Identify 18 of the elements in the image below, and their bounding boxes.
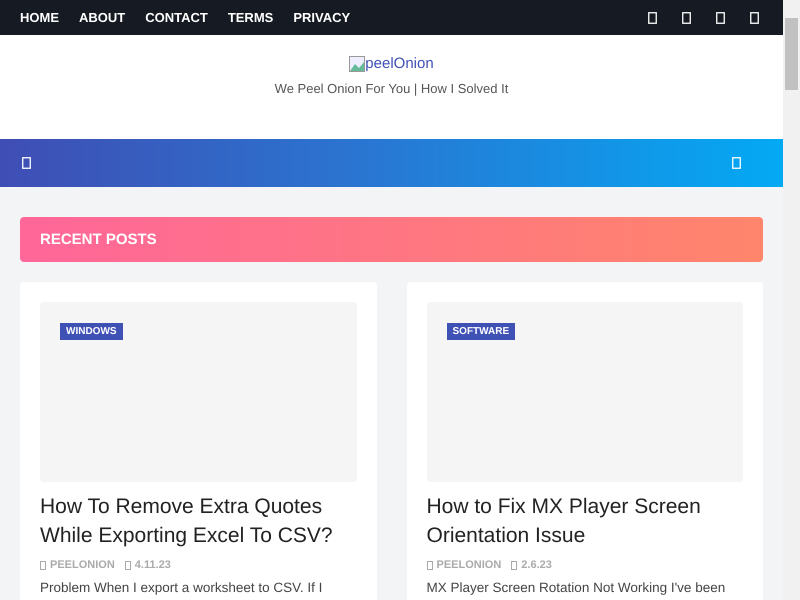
post-title[interactable]: How to Fix MX Player Screen Orientation Issue	[426, 492, 743, 550]
post-title[interactable]: How To Remove Extra Quotes While Exporting Excel To CSV?	[40, 492, 356, 550]
broken-image-icon	[349, 56, 366, 72]
category-tag[interactable]: SOFTWARE	[446, 323, 516, 340]
post-excerpt: MX Player Screen Rotation Not Working I've been	[426, 580, 726, 595]
post-date: 2.6.23	[521, 559, 552, 571]
category-tag[interactable]: WINDOWS	[60, 323, 123, 340]
nav-link[interactable]: HOME	[20, 10, 59, 25]
nav-link[interactable]: CONTACT	[145, 10, 208, 25]
section-title: RECENT POSTS	[40, 231, 157, 248]
nav-link[interactable]: TERMS	[228, 10, 274, 25]
scrollbar-thumb[interactable]	[785, 18, 798, 90]
site-tagline: We Peel Onion For You | How I Solved It	[274, 81, 508, 96]
post-date: 4.11.23	[134, 559, 171, 571]
site-logo[interactable]: peelOnion	[349, 55, 434, 72]
nav-link[interactable]: ABOUT	[79, 10, 126, 25]
post-excerpt: Problem When I export a worksheet to CSV. If I	[40, 580, 324, 595]
nav-link[interactable]: PRIVACY	[293, 10, 350, 25]
